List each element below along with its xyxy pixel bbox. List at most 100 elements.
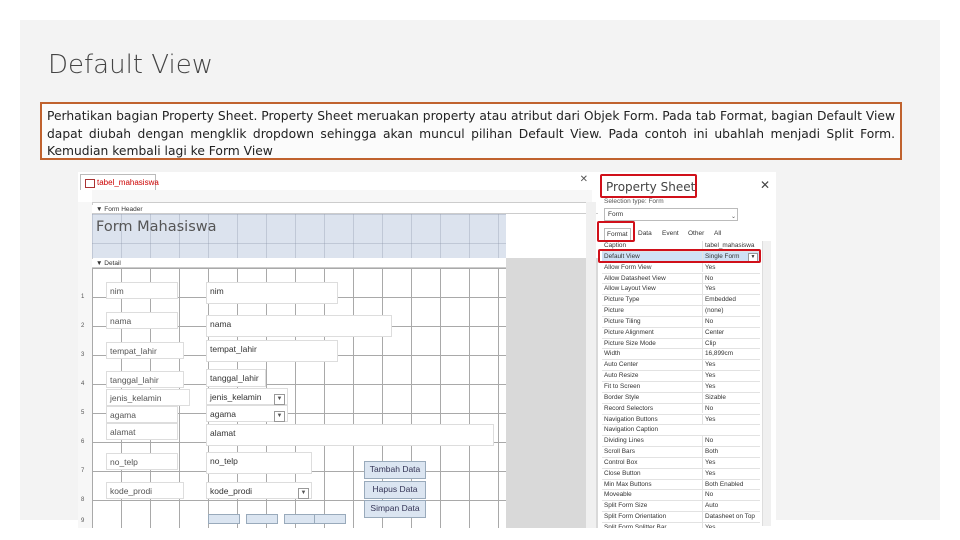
combobox-jenis-kelamin[interactable]: jenis_kelamin ▼ [206,388,288,405]
property-value[interactable]: Both [702,447,758,457]
label-alamat[interactable]: alamat [106,423,178,440]
property-value[interactable]: No [702,273,758,284]
vertical-scrollbar[interactable] [586,202,596,528]
property-row[interactable]: Border Style Sizable [602,392,760,404]
textbox-nim[interactable]: nim [206,282,338,304]
property-value[interactable]: No [702,436,758,446]
textbox-tempat-lahir[interactable]: tempat_lahir [206,340,338,362]
label-kode-prodi[interactable]: kode_prodi [106,482,184,499]
slide-title: Default View [48,50,213,80]
property-row[interactable]: Close Button Yes [602,468,760,480]
close-icon[interactable]: ✕ [580,174,588,185]
tab-data[interactable]: Data [638,228,652,240]
property-row[interactable]: Picture Size Mode Clip [602,338,760,350]
ruler-number: 9 [81,518,85,524]
label-agama[interactable]: agama [106,406,178,423]
simpan-data-button[interactable]: Simpan Data [364,500,426,518]
property-row[interactable]: Scroll Bars Both [602,447,760,458]
hapus-data-button[interactable]: Hapus Data [364,481,426,499]
property-value[interactable]: No [702,316,758,327]
property-row[interactable]: Navigation Buttons Yes [602,414,760,426]
property-value[interactable]: Yes [702,381,758,392]
navigation-button[interactable] [208,514,240,524]
property-row[interactable]: Record Selectors No [602,403,760,415]
property-row[interactable]: Auto Resize Yes [602,371,760,382]
property-value[interactable]: 16,899cm [702,349,758,360]
property-value[interactable]: Yes [702,284,758,295]
property-row[interactable]: Moveable No [602,490,760,502]
navigation-button[interactable] [314,514,346,524]
property-row[interactable]: Min Max Buttons Both Enabled [602,479,760,491]
property-row[interactable]: Split Form Splitter Bar Yes [602,522,760,528]
property-row[interactable]: Auto Center Yes [602,360,760,372]
label-tanggal-lahir[interactable]: tanggal_lahir [106,371,184,388]
tab-other[interactable]: Other [688,228,704,240]
property-value[interactable]: No [702,403,758,414]
object-selector[interactable]: Form ⌄ [604,208,738,221]
form-header-section-bar[interactable]: ▼ Form Header [92,205,598,214]
property-row[interactable]: Allow Datasheet View No [602,273,760,285]
property-name: Allow Layout View [604,285,656,293]
combobox-agama[interactable]: agama ▼ [206,405,288,422]
property-row[interactable]: Fit to Screen Yes [602,381,760,393]
property-name: Dividing Lines [604,437,644,445]
property-row[interactable]: Width 16,899cm [602,349,760,361]
chevron-down-icon[interactable]: ▼ [298,488,309,499]
document-tab[interactable]: tabel_mahasiswa [80,174,159,190]
label-no-telp[interactable]: no_telp [106,453,178,470]
property-value[interactable]: No [702,490,758,501]
label-nim[interactable]: nim [106,282,178,299]
textbox-tanggal-lahir[interactable]: tanggal_lahir [206,369,266,387]
tab-event[interactable]: Event [662,228,679,240]
property-row[interactable]: Allow Layout View Yes [602,284,760,296]
property-value[interactable]: Yes [702,468,758,479]
form-header-title[interactable]: Form Mahasiswa [96,219,217,235]
textbox-nama[interactable]: nama [206,315,392,337]
property-name: Scroll Bars [604,448,635,456]
property-value[interactable]: Yes [702,522,758,528]
property-value[interactable]: Yes [702,457,758,468]
property-row[interactable]: Allow Form View Yes [602,262,760,274]
object-selector-value: Form [608,211,624,218]
combobox-kode-prodi[interactable]: kode_prodi ▼ [206,482,312,499]
property-value[interactable]: Embedded [702,295,758,306]
property-name: Picture Tiling [604,317,641,325]
property-row[interactable]: Navigation Caption [602,425,760,437]
tambah-data-button[interactable]: Tambah Data [364,461,426,479]
textbox-alamat[interactable]: alamat [206,424,494,446]
form-header-area[interactable]: Form Mahasiswa [92,214,506,258]
property-scrollbar[interactable] [762,241,771,526]
property-value[interactable]: Yes [702,262,758,273]
property-value[interactable]: Center [702,327,758,338]
label-nama[interactable]: nama [106,312,178,329]
property-value[interactable]: Yes [702,371,758,381]
property-name: Navigation Caption [604,426,658,434]
close-icon[interactable]: ✕ [760,178,770,192]
combobox-value: agama [210,409,236,419]
property-value[interactable]: Both Enabled [702,479,758,490]
property-row[interactable]: Split Form Size Auto [602,501,760,513]
property-value[interactable]: Datasheet on Top [702,512,758,522]
label-jenis-kelamin[interactable]: jenis_kelamin [106,389,190,406]
chevron-down-icon[interactable]: ▼ [274,394,285,405]
property-row[interactable]: Picture Type Embedded [602,295,760,307]
property-value[interactable]: (none) [702,306,758,316]
property-row[interactable]: Control Box Yes [602,457,760,469]
property-row[interactable]: Split Form Orientation Datasheet on Top [602,512,760,523]
label-tempat-lahir[interactable]: tempat_lahir [106,342,184,359]
property-value[interactable]: Clip [702,338,758,349]
textbox-no-telp[interactable]: no_telp [206,452,312,474]
tab-all[interactable]: All [714,228,721,240]
property-value[interactable]: Sizable [702,392,758,403]
property-row[interactable]: Dividing Lines No [602,436,760,448]
navigation-button[interactable] [284,514,316,524]
chevron-down-icon[interactable]: ▼ [274,411,285,422]
property-row[interactable]: Picture Tiling No [602,316,760,328]
property-row[interactable]: Picture (none) [602,306,760,317]
property-value[interactable]: Yes [702,414,758,425]
chevron-down-icon[interactable]: ⌄ [731,211,736,223]
property-value[interactable]: Yes [702,360,758,371]
property-value[interactable]: Auto [702,501,758,512]
property-row[interactable]: Picture Alignment Center [602,327,760,339]
navigation-button[interactable] [246,514,278,524]
